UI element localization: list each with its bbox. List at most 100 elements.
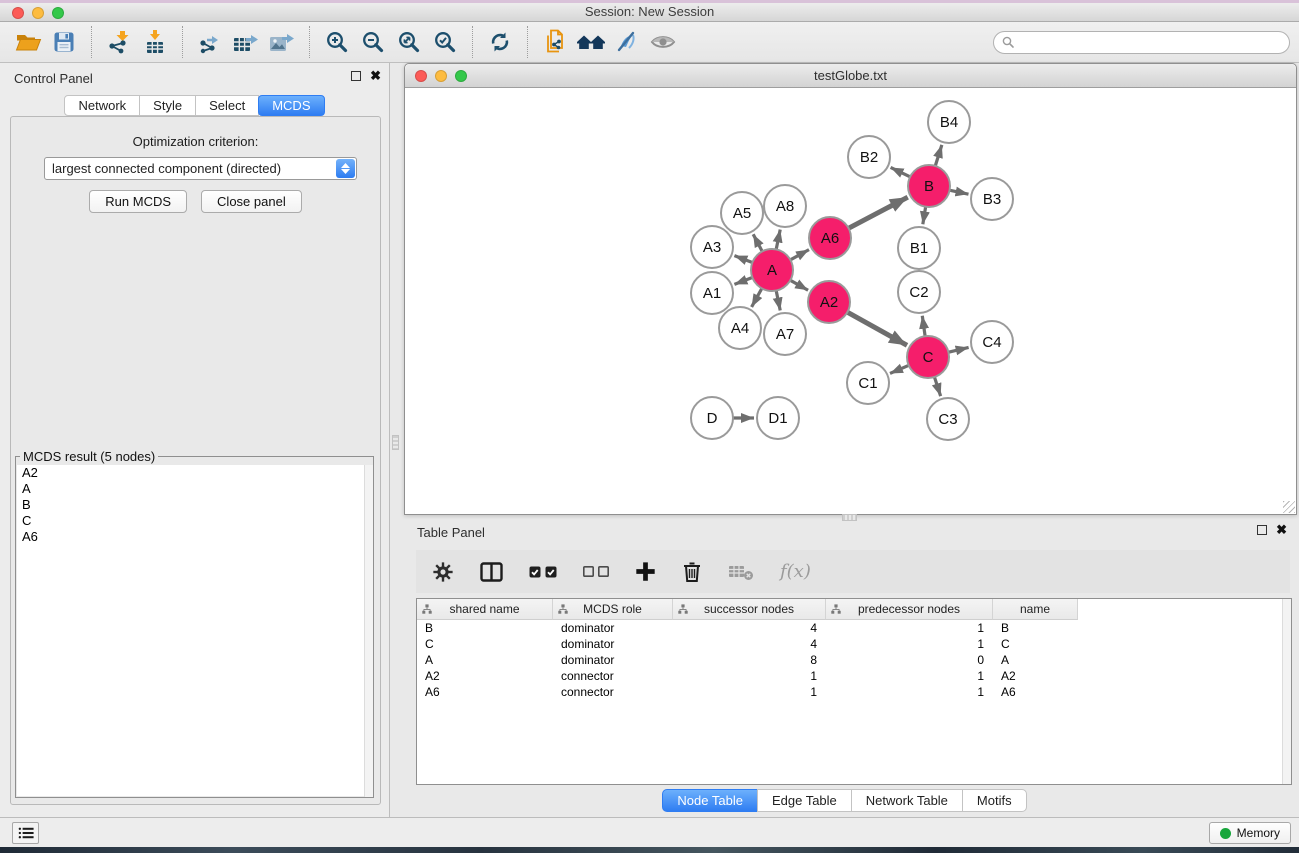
eye-icon[interactable] — [645, 25, 681, 59]
edge-A-A4[interactable] — [752, 287, 763, 307]
node-A3[interactable]: A3 — [691, 226, 733, 268]
tab-select[interactable]: Select — [195, 95, 259, 116]
node-A5[interactable]: A5 — [721, 192, 763, 234]
column-header-successor-nodes[interactable]: successor nodes — [673, 599, 826, 620]
export-image-icon[interactable] — [264, 25, 300, 59]
node-A4[interactable]: A4 — [719, 307, 761, 349]
tab-network[interactable]: Network — [64, 95, 140, 116]
edge-B-B3[interactable] — [948, 190, 969, 194]
result-item[interactable]: A6 — [17, 529, 372, 545]
table-settings-gear-icon[interactable] — [432, 561, 454, 583]
edge-B-B4[interactable] — [935, 145, 942, 168]
add-column-icon[interactable] — [635, 561, 656, 582]
zoom-in-icon[interactable] — [319, 25, 355, 59]
column-header-MCDS-role[interactable]: MCDS role — [553, 599, 673, 620]
close-panel-button[interactable]: Close panel — [201, 190, 302, 213]
node-D1[interactable]: D1 — [757, 397, 799, 439]
function-builder-icon[interactable]: f(x) — [780, 561, 811, 582]
node-B4[interactable]: B4 — [928, 101, 970, 143]
float-panel-icon[interactable] — [351, 71, 361, 81]
float-table-panel-icon[interactable] — [1257, 525, 1267, 535]
home-pair-icon[interactable] — [573, 25, 609, 59]
table-row[interactable]: Cdominator41C — [417, 636, 1291, 652]
table-row[interactable]: A6connector11A6 — [417, 684, 1291, 700]
clone-network-icon[interactable] — [537, 25, 573, 59]
node-A2[interactable]: A2 — [808, 281, 850, 323]
window-resize-handle[interactable] — [1283, 501, 1295, 513]
hide-graphics-details-icon[interactable] — [609, 25, 645, 59]
edge-C-C4[interactable] — [946, 347, 968, 352]
node-B3[interactable]: B3 — [971, 178, 1013, 220]
delete-table-icon[interactable] — [728, 563, 754, 581]
table-scrollbar[interactable] — [1282, 599, 1291, 784]
table-row[interactable]: Bdominator41B — [417, 620, 1291, 636]
zoom-fit-icon[interactable] — [391, 25, 427, 59]
close-panel-icon[interactable]: ✖ — [370, 70, 381, 82]
zoom-out-icon[interactable] — [355, 25, 391, 59]
node-A8[interactable]: A8 — [764, 185, 806, 227]
export-network-icon[interactable] — [192, 25, 228, 59]
edge-A-A1[interactable] — [734, 277, 754, 285]
edge-A-A6[interactable] — [789, 250, 809, 261]
node-B1[interactable]: B1 — [898, 227, 940, 269]
search-input[interactable] — [993, 31, 1290, 54]
refresh-icon[interactable] — [482, 25, 518, 59]
edge-C-C2[interactable] — [922, 316, 925, 338]
node-A7[interactable]: A7 — [764, 313, 806, 355]
close-table-panel-icon[interactable]: ✖ — [1276, 524, 1287, 536]
edge-C-C1[interactable] — [890, 365, 911, 374]
node-B2[interactable]: B2 — [848, 136, 890, 178]
edge-A-A7[interactable] — [776, 289, 780, 311]
tab-mcds[interactable]: MCDS — [258, 95, 324, 116]
column-header-name[interactable]: name — [993, 599, 1078, 620]
memory-button[interactable]: Memory — [1209, 822, 1291, 844]
result-item[interactable]: B — [17, 497, 372, 513]
table-row[interactable]: A2connector11A2 — [417, 668, 1291, 684]
edge-C-C3[interactable] — [934, 375, 941, 396]
deselect-all-checkboxes-icon[interactable] — [583, 566, 609, 577]
zoom-selected-icon[interactable] — [427, 25, 463, 59]
result-list-scrollbar[interactable] — [364, 465, 373, 797]
tab-edge-table[interactable]: Edge Table — [757, 789, 852, 812]
edge-A-A5[interactable] — [753, 234, 763, 253]
run-mcds-button[interactable]: Run MCDS — [89, 190, 187, 213]
edge-A6-B[interactable] — [847, 197, 908, 229]
edge-A2-C[interactable] — [846, 311, 907, 345]
node-B[interactable]: B — [908, 165, 950, 207]
node-C4[interactable]: C4 — [971, 321, 1013, 363]
node-C[interactable]: C — [907, 336, 949, 378]
select-all-checkboxes-icon[interactable] — [529, 566, 557, 578]
node-D[interactable]: D — [691, 397, 733, 439]
tab-motifs[interactable]: Motifs — [962, 789, 1027, 812]
node-C3[interactable]: C3 — [927, 398, 969, 440]
network-canvas[interactable]: B4 B2 B B3 A8A5 A6 A3 B1 A A1 C2 A2 A4A7 C4 C C1 C3 D D1 — [406, 89, 1295, 513]
tab-style[interactable]: Style — [139, 95, 196, 116]
split-columns-icon[interactable] — [480, 562, 503, 582]
node-A[interactable]: A — [751, 249, 793, 291]
import-network-icon[interactable] — [101, 25, 137, 59]
task-history-button[interactable] — [12, 822, 39, 844]
edge-B-B2[interactable] — [891, 167, 912, 177]
criterion-select[interactable]: largest connected component (directed) — [44, 157, 357, 180]
save-session-icon[interactable] — [46, 25, 82, 59]
edge-A-A8[interactable] — [776, 230, 780, 252]
splitter-grip[interactable] — [842, 514, 857, 521]
import-table-icon[interactable] — [137, 25, 173, 59]
node-A1[interactable]: A1 — [691, 272, 733, 314]
export-table-icon[interactable] — [228, 25, 264, 59]
node-C1[interactable]: C1 — [847, 362, 889, 404]
node-C2[interactable]: C2 — [898, 271, 940, 313]
mcds-result-list[interactable]: A2ABCA6 — [17, 465, 372, 796]
node-A6[interactable]: A6 — [809, 217, 851, 259]
column-header-predecessor-nodes[interactable]: predecessor nodes — [826, 599, 993, 620]
result-item[interactable]: A — [17, 481, 372, 497]
tab-node-table[interactable]: Node Table — [662, 789, 758, 812]
open-file-icon[interactable] — [10, 25, 46, 59]
delete-column-trash-icon[interactable] — [682, 561, 702, 583]
result-item[interactable]: C — [17, 513, 372, 529]
table-row[interactable]: Adominator80A — [417, 652, 1291, 668]
column-header-shared-name[interactable]: shared name — [417, 599, 553, 620]
edge-A-A2[interactable] — [789, 279, 809, 290]
edge-A-A3[interactable] — [734, 256, 754, 264]
tab-network-table[interactable]: Network Table — [851, 789, 963, 812]
